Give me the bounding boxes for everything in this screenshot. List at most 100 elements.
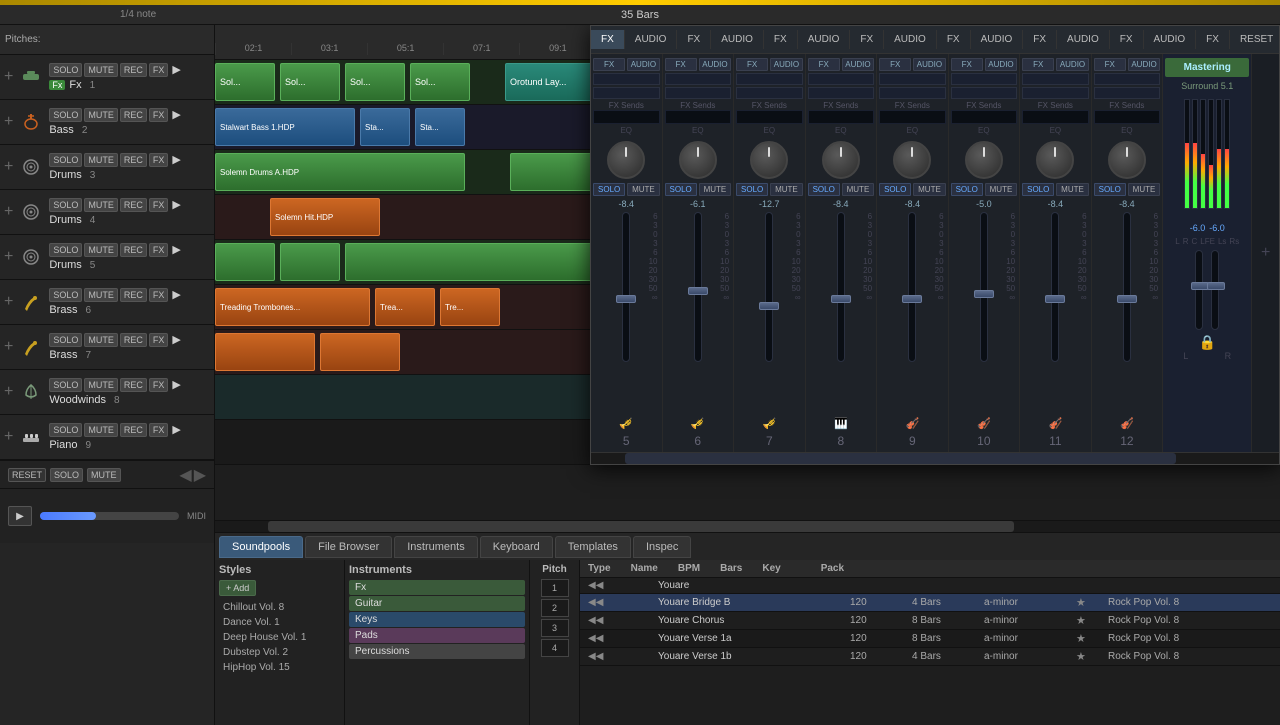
track-add-4[interactable]: + — [4, 203, 13, 221]
mixer-tab-fx-2[interactable]: FX — [677, 30, 711, 49]
inst-item-perc[interactable]: Percussions — [349, 644, 525, 659]
clip-bass-1[interactable]: Stalwart Bass 1.HDP — [215, 108, 355, 146]
chan-fx-btn-7[interactable]: FX — [736, 58, 768, 71]
track-solo-8[interactable]: SOLO — [49, 378, 82, 392]
chan-audio-btn-5[interactable]: AUDIO — [627, 58, 659, 71]
scroll-left-icon[interactable]: ◀ — [179, 465, 191, 485]
track-solo-9[interactable]: SOLO — [49, 423, 82, 437]
clip-fx-1[interactable]: Sol... — [215, 63, 275, 101]
chan-audio-btn-6[interactable]: AUDIO — [699, 58, 731, 71]
track-rec-1[interactable]: REC — [120, 63, 147, 77]
chan-fx-btn-11[interactable]: FX — [1022, 58, 1054, 71]
chan-audio-btn-9[interactable]: AUDIO — [913, 58, 945, 71]
track-rec-8[interactable]: REC — [120, 378, 147, 392]
mixer-tab-fx-8[interactable]: FX — [1196, 30, 1230, 49]
chan-mute-btn-11[interactable]: MUTE — [1056, 183, 1088, 196]
track-add-9[interactable]: + — [4, 428, 13, 446]
track-solo-7[interactable]: SOLO — [49, 333, 82, 347]
chan-mute-btn-8[interactable]: MUTE — [842, 183, 874, 196]
mixer-tab-audio-6[interactable]: AUDIO — [1057, 30, 1110, 49]
track-add-7[interactable]: + — [4, 338, 13, 356]
arrange-scrollbar[interactable] — [215, 520, 1280, 532]
clip-fx-4[interactable]: Sol... — [410, 63, 470, 101]
track-solo-5[interactable]: SOLO — [49, 243, 82, 257]
inst-item-pads[interactable]: Pads — [349, 628, 525, 643]
loop-play-3[interactable]: ◀◀ — [588, 633, 604, 644]
chan-fx-btn-5[interactable]: FX — [593, 58, 625, 71]
loop-play-1[interactable]: ◀◀ — [588, 597, 604, 608]
track-expand-2[interactable]: ▶ — [172, 108, 180, 122]
track-rec-7[interactable]: REC — [120, 333, 147, 347]
track-solo-6[interactable]: SOLO — [49, 288, 82, 302]
loop-star-3[interactable]: ★ — [1076, 632, 1096, 645]
track-mute-2[interactable]: MUTE — [84, 108, 118, 122]
chan-knob-12[interactable] — [1108, 141, 1146, 179]
track-mute-8[interactable]: MUTE — [84, 378, 118, 392]
fader-handle-5[interactable] — [616, 295, 636, 303]
global-mute-button[interactable]: MUTE — [87, 468, 121, 482]
track-expand-9[interactable]: ▶ — [172, 423, 180, 437]
chan-mute-btn-12[interactable]: MUTE — [1128, 183, 1160, 196]
track-fx-5[interactable]: FX — [149, 243, 169, 257]
chan-audio-btn-8[interactable]: AUDIO — [842, 58, 874, 71]
chan-mute-btn-7[interactable]: MUTE — [770, 183, 802, 196]
mixer-tab-audio-7[interactable]: AUDIO — [1144, 30, 1197, 49]
chan-mute-btn-10[interactable]: MUTE — [985, 183, 1017, 196]
loop-row-3[interactable]: ◀◀ Youare Verse 1a 120 8 Bars a-minor ★ … — [580, 630, 1280, 648]
style-item-2[interactable]: Deep House Vol. 1 — [219, 630, 340, 645]
track-mute-4[interactable]: MUTE — [84, 198, 118, 212]
inst-item-keys[interactable]: Keys — [349, 612, 525, 627]
mixer-tab-fx-7[interactable]: FX — [1110, 30, 1144, 49]
mixer-tab-audio-1[interactable]: AUDIO — [625, 30, 678, 49]
chan-solo-btn-12[interactable]: SOLO — [1094, 183, 1126, 196]
chan-audio-btn-10[interactable]: AUDIO — [985, 58, 1017, 71]
tab-inspec[interactable]: Inspec — [633, 536, 691, 558]
chan-solo-btn-8[interactable]: SOLO — [808, 183, 840, 196]
track-solo-2[interactable]: SOLO — [49, 108, 82, 122]
chan-audio-btn-12[interactable]: AUDIO — [1128, 58, 1160, 71]
scroll-right-icon[interactable]: ▶ — [194, 465, 206, 485]
mixer-tab-fx-1[interactable]: FX — [591, 30, 625, 49]
add-channel-button[interactable]: + — [1261, 244, 1270, 262]
loop-star-2[interactable]: ★ — [1076, 614, 1096, 627]
mixer-tab-fx-3[interactable]: FX — [764, 30, 798, 49]
mixer-tab-audio-5[interactable]: AUDIO — [971, 30, 1024, 49]
fader-handle-11[interactable] — [1045, 295, 1065, 303]
track-mute-7[interactable]: MUTE — [84, 333, 118, 347]
pitch-item-2[interactable]: 2 — [541, 599, 569, 617]
chan-audio-btn-11[interactable]: AUDIO — [1056, 58, 1088, 71]
track-rec-2[interactable]: REC — [120, 108, 147, 122]
chan-solo-btn-9[interactable]: SOLO — [879, 183, 911, 196]
fader-handle-10[interactable] — [974, 290, 994, 298]
track-rec-6[interactable]: REC — [120, 288, 147, 302]
chan-audio-btn-7[interactable]: AUDIO — [770, 58, 802, 71]
mixer-scrollbar[interactable] — [591, 452, 1279, 464]
arrange-scrollbar-thumb[interactable] — [268, 521, 1014, 532]
pitch-item-3[interactable]: 3 — [541, 619, 569, 637]
clip-brass-3[interactable]: Tre... — [440, 288, 500, 326]
style-item-1[interactable]: Dance Vol. 1 — [219, 615, 340, 630]
pitch-item-1[interactable]: 1 — [541, 579, 569, 597]
track-mute-1[interactable]: MUTE — [84, 63, 118, 77]
tab-file-browser[interactable]: File Browser — [305, 536, 392, 558]
chan-knob-11[interactable] — [1036, 141, 1074, 179]
chan-knob-5[interactable] — [607, 141, 645, 179]
chan-knob-10[interactable] — [965, 141, 1003, 179]
track-expand-4[interactable]: ▶ — [172, 198, 180, 212]
loop-row-4[interactable]: ◀◀ Youare Verse 1b 120 4 Bars a-minor ★ … — [580, 648, 1280, 666]
play-button[interactable]: ▶ — [8, 506, 32, 526]
fader-handle-9[interactable] — [902, 295, 922, 303]
mixer-tab-audio-2[interactable]: AUDIO — [711, 30, 764, 49]
style-item-0[interactable]: Chillout Vol. 8 — [219, 600, 340, 615]
clip-brass7-2[interactable] — [320, 333, 400, 371]
clip-bass-3[interactable]: Sta... — [415, 108, 465, 146]
track-fx-7[interactable]: FX — [149, 333, 169, 347]
add-style-button[interactable]: + Add — [219, 580, 256, 596]
master-lock-icon[interactable]: 🔒 — [1199, 334, 1216, 351]
track-expand-8[interactable]: ▶ — [172, 378, 180, 392]
chan-fx-btn-9[interactable]: FX — [879, 58, 911, 71]
chan-solo-btn-7[interactable]: SOLO — [736, 183, 768, 196]
fader-handle-6[interactable] — [688, 287, 708, 295]
mixer-tab-fx-4[interactable]: FX — [850, 30, 884, 49]
pitch-item-4[interactable]: 4 — [541, 639, 569, 657]
